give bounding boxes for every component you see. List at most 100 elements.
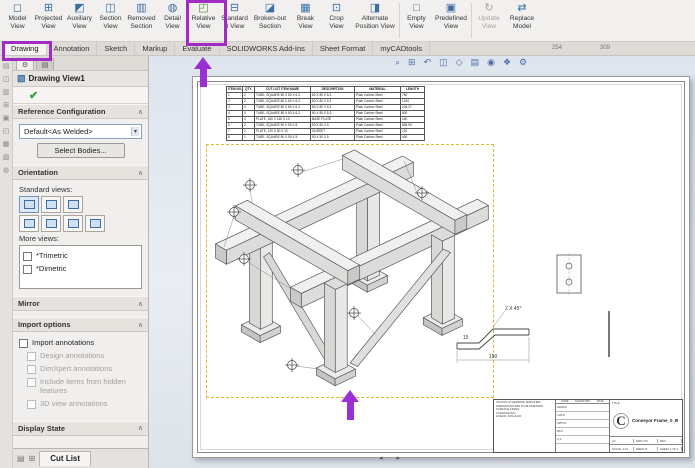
balloon-symbol[interactable] — [347, 306, 361, 320]
tab-markup[interactable]: Markup — [135, 42, 176, 55]
dimension-label[interactable]: 15 — [463, 335, 469, 341]
dimension-label[interactable]: 150 — [489, 354, 498, 360]
sheet-size: A2 — [610, 438, 634, 443]
view-button-bottom[interactable] — [63, 215, 83, 232]
checkbox-import-annotations[interactable]: Import annotations — [19, 338, 142, 348]
drawing-view-profile-sketch[interactable]: 150 15 2 X 45° — [449, 301, 543, 371]
tree-view-icon[interactable]: ▤ — [17, 454, 25, 463]
side-strip-icon[interactable]: ◍ — [3, 164, 9, 177]
side-strip-icon[interactable]: ◫ — [3, 73, 10, 86]
predefined-view-icon: ▣ — [445, 2, 457, 14]
view-thumb-icon — [45, 200, 57, 209]
tab-sheet-format[interactable]: Sheet Format — [313, 42, 374, 55]
weight-label: WEIGHT: — [634, 446, 658, 451]
standard-3-view-button[interactable]: ⊟ Standard 3 View — [219, 0, 250, 41]
dimension-label[interactable]: 2 X 45° — [505, 306, 521, 312]
view-button-top[interactable] — [63, 196, 83, 213]
relative-view-button[interactable]: ◰ Relative View — [188, 0, 219, 41]
sheet-tab-scroll-icons[interactable]: ◂ ▸ — [379, 454, 406, 462]
cut-list-tab[interactable]: Cut List — [39, 451, 92, 466]
section-header-mirror[interactable]: Mirror ∧ — [13, 296, 148, 311]
zoom-to-fit-icon[interactable]: ⌕ — [395, 57, 400, 68]
hide-show-items-icon[interactable]: ◉ — [487, 57, 495, 68]
configuration-manager-tab[interactable]: ▤ — [36, 58, 54, 70]
more-views-listbox[interactable]: *Trimetric *Dimetric — [19, 245, 142, 289]
bom-header-cell: ITEM NO. — [226, 86, 243, 93]
more-views-item-dimetric[interactable]: *Dimetric — [23, 264, 138, 274]
model-view-button[interactable]: ◻ Model View — [2, 0, 33, 41]
alternate-position-view-button[interactable]: ◨ Alternate Position View — [352, 0, 398, 41]
drawing-sheet[interactable]: ITEM NO. QTY. CUT LIST ITEM NAME DESCRIPTIO… — [192, 76, 690, 458]
dropdown-arrow-icon[interactable]: ▾ — [130, 127, 139, 136]
select-bodies-button[interactable]: Select Bodies... — [36, 143, 125, 158]
checkbox-icon[interactable] — [23, 265, 32, 274]
view-button-isometric[interactable] — [85, 215, 105, 232]
view-settings-icon[interactable]: ⚙ — [519, 57, 527, 68]
view-button-left[interactable] — [19, 215, 39, 232]
auxiliary-view-button[interactable]: ◩ Auxiliary View — [64, 0, 95, 41]
previous-view-icon[interactable]: ↶ — [424, 57, 432, 68]
zoom-to-area-icon[interactable]: ⊞ — [408, 57, 416, 68]
more-views-item-trimetric[interactable]: *Trimetric — [23, 251, 138, 261]
graphics-area[interactable]: ⌕ ⊞ ↶ ◫ ◇ ▤ ◉ ❖ ⚙ ITEM NO. QTY. CUT LIST I… — [149, 56, 695, 468]
side-strip-icon[interactable]: ▦ — [3, 138, 10, 151]
tab-solidworks-add-ins[interactable]: SOLIDWORKS Add-Ins — [220, 42, 313, 55]
tab-evaluate[interactable]: Evaluate — [175, 42, 220, 55]
side-strip-icon[interactable]: ▧ — [3, 151, 10, 164]
balloon-symbol[interactable] — [291, 163, 305, 177]
checkbox-label: Design annotations — [40, 351, 105, 360]
checkbox-icon[interactable] — [19, 339, 28, 348]
side-strip-icon[interactable]: ◰ — [3, 125, 10, 138]
tab-mycadtools[interactable]: myCADtools — [373, 42, 431, 55]
configuration-dropdown[interactable]: Default<As Welded> ▾ — [19, 124, 142, 139]
view-orientation-icon[interactable]: ◇ — [456, 57, 463, 68]
checkbox-icon[interactable] — [23, 252, 32, 261]
dwg-no-label: DWG NO. — [634, 438, 658, 443]
drawing-view-plate-detail[interactable] — [555, 253, 585, 295]
toolbar-separator — [471, 3, 472, 38]
bom-cell: 1 — [242, 134, 255, 141]
collapse-chevron-icon: ∧ — [137, 321, 143, 329]
bom-table[interactable]: ITEM NO. QTY. CUT LIST ITEM NAME DESCRIPTIO… — [226, 86, 425, 141]
button-label: Relative View — [191, 15, 216, 30]
view-thumb-icon — [45, 219, 57, 228]
ok-check-icon[interactable]: ✔ — [29, 89, 38, 102]
standard-views-row-1 — [19, 196, 142, 213]
predefined-view-button[interactable]: ▣ Predefined View — [432, 0, 470, 41]
broken-out-section-button[interactable]: ◪ Broken-out Section — [250, 0, 290, 41]
balloon-symbol[interactable] — [285, 358, 299, 372]
side-strip-icon[interactable]: ▥ — [3, 86, 10, 99]
view-thumb-icon — [67, 219, 79, 228]
drawing-view-edge-line[interactable] — [608, 311, 610, 357]
balloon-symbol[interactable] — [243, 178, 257, 192]
side-strip-icon[interactable]: ⊞ — [3, 99, 9, 112]
section-header-import-options[interactable]: Import options ∧ — [13, 317, 148, 332]
view-button-right[interactable] — [41, 215, 61, 232]
detail-view-button[interactable]: ◍ Detail View — [157, 0, 188, 41]
button-label: Auxiliary View — [67, 15, 92, 30]
tab-annotation[interactable]: Annotation — [47, 42, 98, 55]
removed-section-button[interactable]: ▥ Removed Section — [126, 0, 157, 41]
title-block[interactable]: UNLESS OTHERWISE SPECIFIED: DIMENSIONS A… — [493, 399, 683, 453]
side-strip-icon[interactable]: ▤ — [3, 60, 10, 73]
view-button-current[interactable] — [19, 196, 39, 213]
edit-appearance-icon[interactable]: ❖ — [503, 57, 511, 68]
side-strip-icon[interactable]: ▣ — [3, 112, 10, 125]
crop-view-button[interactable]: ⊡ Crop View — [321, 0, 352, 41]
view-button-front[interactable] — [41, 196, 61, 213]
property-manager-tab[interactable]: ⚙ — [16, 58, 34, 70]
projected-view-button[interactable]: ⊞ Projected View — [33, 0, 64, 41]
section-view-button[interactable]: ◫ Section View — [95, 0, 126, 41]
removed-section-icon: ▥ — [136, 2, 147, 14]
flat-view-icon[interactable]: ⊞ — [29, 454, 36, 463]
tab-sketch[interactable]: Sketch — [97, 42, 136, 55]
tab-drawing[interactable]: Drawing — [4, 41, 47, 55]
section-header-reference-configuration[interactable]: Reference Configuration ∧ — [13, 104, 148, 119]
break-view-button[interactable]: ▦ Break View — [290, 0, 321, 41]
replace-model-button[interactable]: ⇄ Replace Model — [505, 0, 539, 41]
section-header-display-state[interactable]: Display State ∧ — [13, 420, 148, 436]
empty-view-button[interactable]: □ Empty View — [401, 0, 432, 41]
section-view-icon[interactable]: ◫ — [439, 57, 448, 68]
display-style-icon[interactable]: ▤ — [471, 57, 480, 68]
section-header-orientation[interactable]: Orientation ∧ — [13, 165, 148, 180]
